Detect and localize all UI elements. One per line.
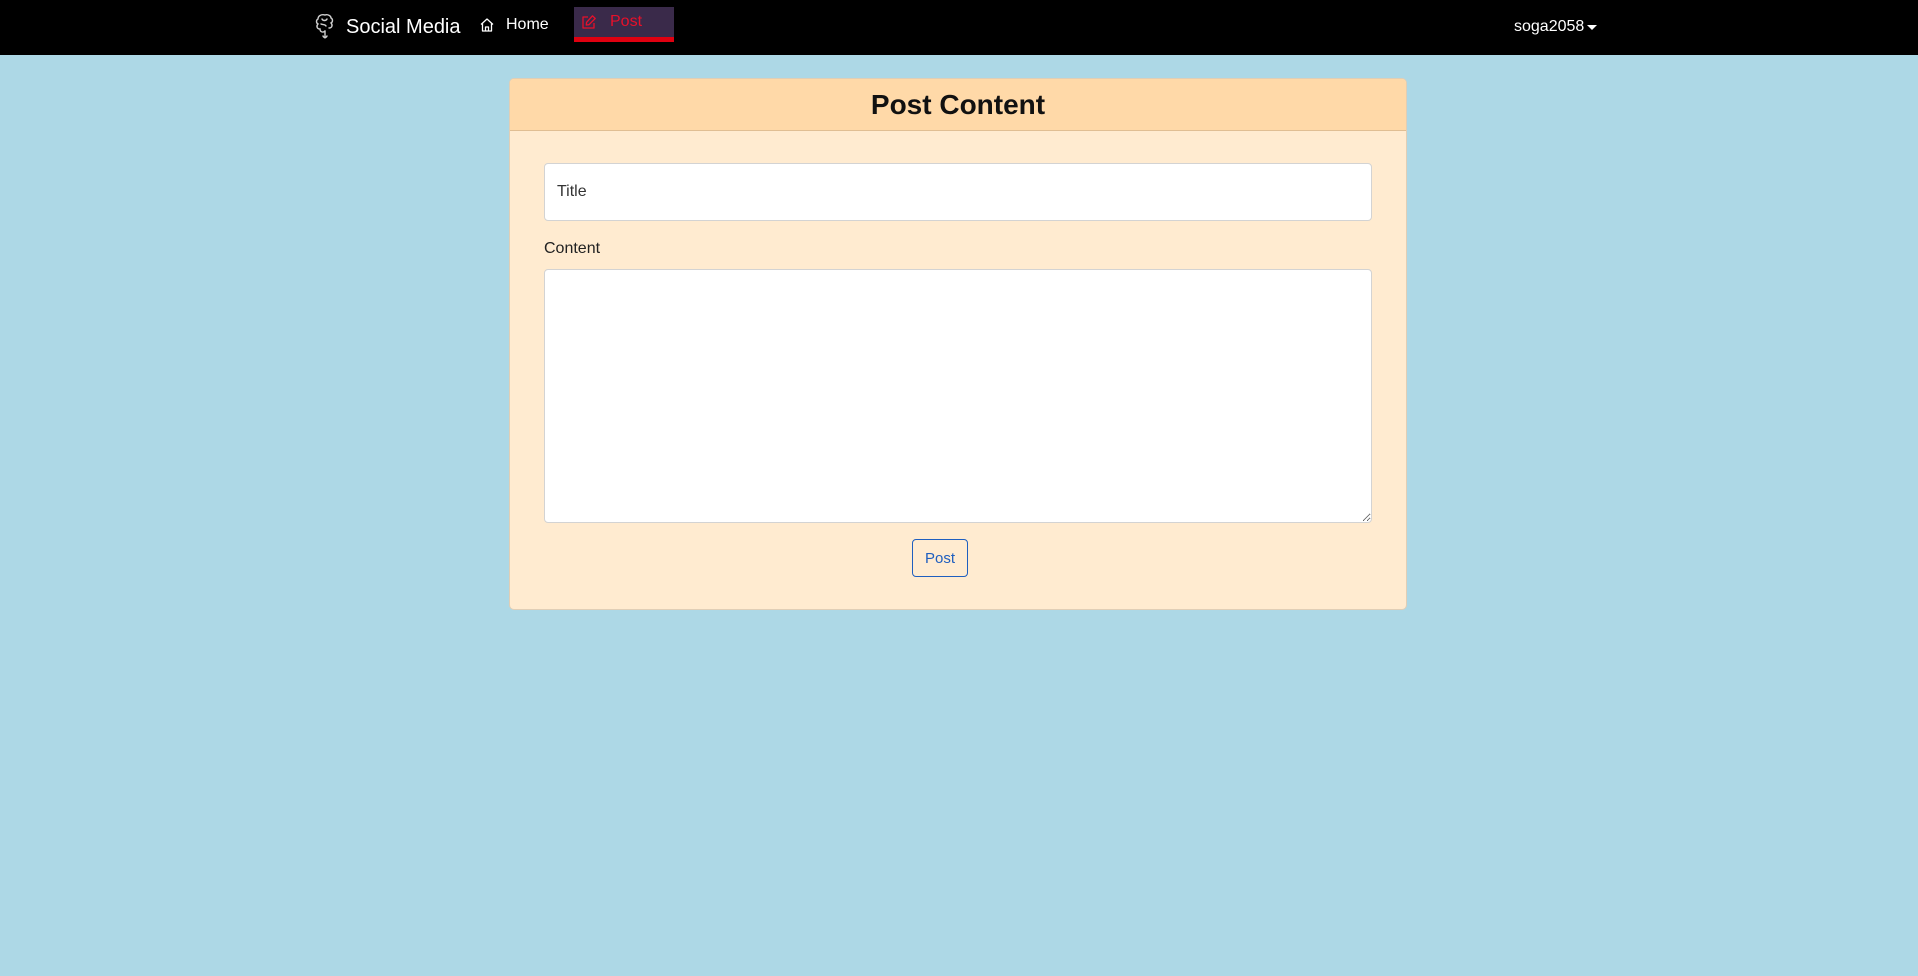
brain-icon xyxy=(312,12,338,42)
nav-home-label: Home xyxy=(506,16,549,33)
home-icon xyxy=(478,16,496,34)
card-header: Post Content xyxy=(510,79,1406,131)
content-textarea[interactable] xyxy=(544,269,1372,523)
post-form-card: Post Content Content Post xyxy=(509,78,1407,610)
title-input[interactable] xyxy=(544,163,1372,221)
brand-label: Social Media xyxy=(346,15,461,38)
user-menu-toggle[interactable]: soga2058 xyxy=(1514,15,1598,39)
nav-post-label: Post xyxy=(610,13,643,30)
edit-icon xyxy=(580,13,598,31)
content-label: Content xyxy=(544,240,601,257)
username-label: soga2058 xyxy=(1514,18,1585,35)
nav-home-link[interactable]: Home xyxy=(478,12,549,38)
post-submit-button[interactable]: Post xyxy=(912,539,968,577)
nav-post-link[interactable]: Post xyxy=(574,7,674,42)
brand-link[interactable]: Social Media xyxy=(312,12,461,42)
top-navbar: Social Media Home Post soga2058 xyxy=(0,0,1918,55)
page-title: Post Content xyxy=(870,88,1046,120)
caret-down-icon xyxy=(1587,24,1598,30)
